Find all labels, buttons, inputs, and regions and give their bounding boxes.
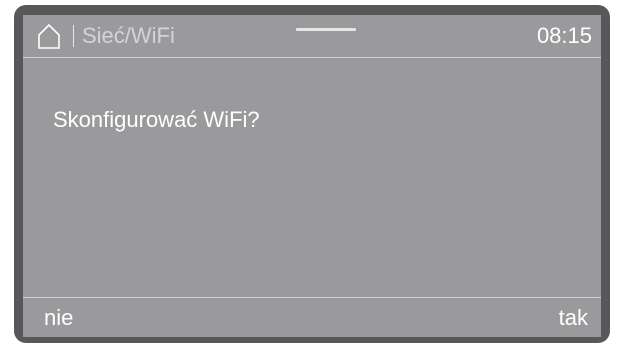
yes-button[interactable]: tak (388, 298, 601, 337)
menu-title: Sieć/WiFi (82, 23, 175, 48)
clock: 08:15 (536, 23, 592, 48)
no-button[interactable]: nie (23, 298, 244, 337)
header-divider (23, 57, 601, 58)
appliance-display-bezel: Sieć/WiFi 08:15 Skonfigurować WiFi? nie … (14, 5, 610, 343)
home-icon[interactable] (37, 23, 61, 49)
title-divider (73, 25, 74, 47)
display-screen: Sieć/WiFi 08:15 Skonfigurować WiFi? nie … (23, 15, 601, 337)
status-bar: Sieć/WiFi 08:15 (23, 15, 601, 57)
dialog-question: Skonfigurować WiFi? (53, 107, 260, 132)
